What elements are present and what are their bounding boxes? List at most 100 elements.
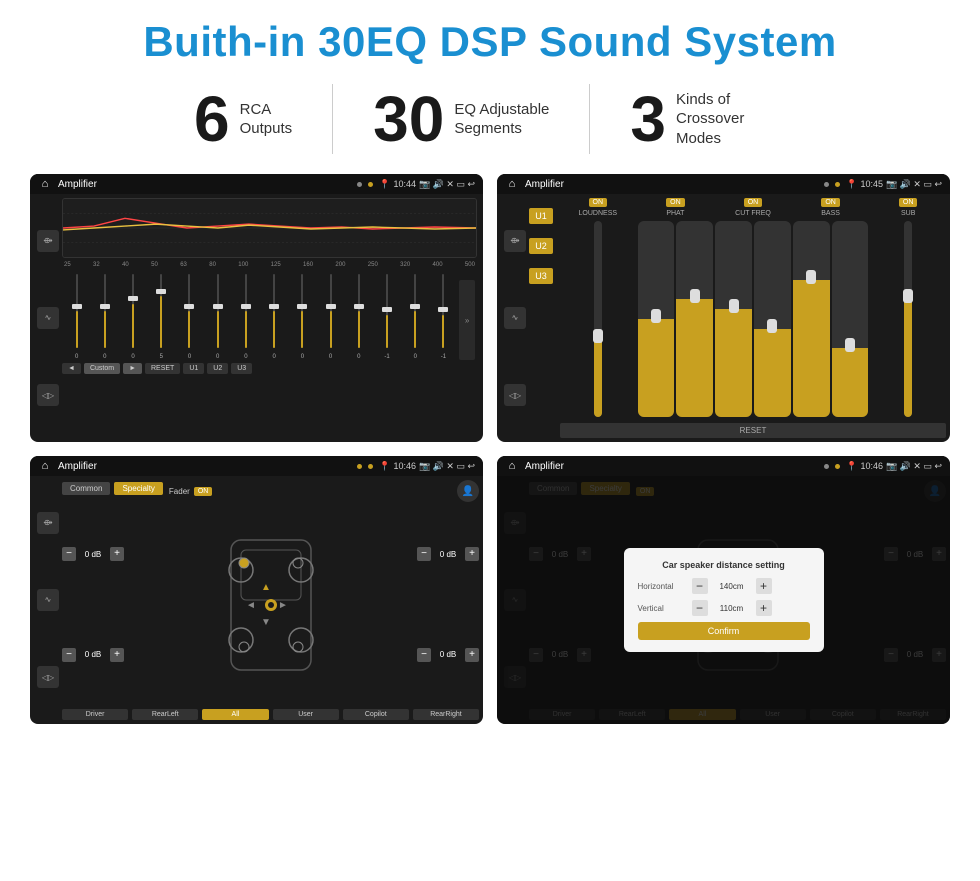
btn-all[interactable]: All [202, 709, 268, 720]
dialog-minus-h[interactable]: − [692, 578, 708, 594]
sub-on[interactable]: ON [899, 198, 918, 207]
f-wave-icon[interactable]: ∿ [37, 589, 59, 611]
crossover-reset-btn[interactable]: RESET [560, 423, 946, 438]
bass-slider-1[interactable] [793, 221, 830, 417]
btn-user-f[interactable]: User [273, 709, 339, 720]
cutfreq-on[interactable]: ON [744, 198, 763, 207]
db-plus-tr[interactable]: + [465, 547, 479, 561]
loudness-on[interactable]: ON [589, 198, 608, 207]
bass-label: BASS [821, 210, 840, 217]
btn-rearright[interactable]: RearRight [413, 709, 479, 720]
dialog-plus-h[interactable]: + [756, 578, 772, 594]
tab-specialty[interactable]: Specialty [114, 482, 162, 495]
home-icon-f[interactable]: ⌂ [38, 459, 52, 473]
eq-slider-14[interactable]: -1 [431, 270, 456, 360]
tab-common[interactable]: Common [62, 482, 110, 495]
bass-on[interactable]: ON [821, 198, 840, 207]
stat-eq-number: 30 [373, 87, 444, 151]
db-minus-br[interactable]: − [417, 648, 431, 662]
eq-slider-12[interactable]: -1 [374, 270, 399, 360]
eq-wave-icon[interactable]: ∿ [37, 307, 59, 329]
eq-slider-1[interactable]: 0 [64, 270, 89, 360]
status-bar-eq: ⌂ Amplifier 📍 10:44 📷 🔊 ✕ ▭ ↩ [30, 174, 483, 194]
cr-volume-icon[interactable]: ◁▷ [504, 384, 526, 406]
status-bar-dist: ⌂ Amplifier 📍 10:46 📷 🔊 ✕ ▭ ↩ [497, 456, 950, 476]
eq-slider-2[interactable]: 0 [92, 270, 117, 360]
eq-custom-btn[interactable]: Custom [84, 363, 120, 374]
eq-filter-icon[interactable]: ⟴ [37, 230, 59, 252]
col-sub: ON SUB [870, 198, 946, 417]
eq-volume-icon[interactable]: ◁▷ [37, 384, 59, 406]
cutfreq-label: CUT FREQ [735, 210, 771, 217]
phat-slider-2[interactable] [676, 221, 713, 417]
sub-slider[interactable] [904, 221, 912, 417]
screenshots-grid: ⌂ Amplifier 📍 10:44 📷 🔊 ✕ ▭ ↩ ⟴ ∿ ◁▷ [30, 174, 950, 724]
dialog-plus-v[interactable]: + [756, 600, 772, 616]
cutfreq-slider-1[interactable] [715, 221, 752, 417]
home-icon-d[interactable]: ⌂ [505, 459, 519, 473]
app-title-f: Amplifier [58, 461, 351, 472]
db-minus-tr[interactable]: − [417, 547, 431, 561]
eq-slider-10[interactable]: 0 [318, 270, 343, 360]
cutfreq-slider-2[interactable] [754, 221, 791, 417]
bass-slider-2[interactable] [832, 221, 869, 417]
home-icon-cr[interactable]: ⌂ [505, 177, 519, 191]
eq-next-btn[interactable]: ► [123, 363, 142, 374]
eq-slider-6[interactable]: 0 [205, 270, 230, 360]
eq-expand-icon[interactable]: » [459, 280, 475, 360]
status-bar-fader: ⌂ Amplifier 📍 10:46 📷 🔊 ✕ ▭ ↩ [30, 456, 483, 476]
u-buttons: U1 U2 U3 [529, 198, 553, 438]
db-plus-br[interactable]: + [465, 648, 479, 662]
eq-slider-5[interactable]: 0 [177, 270, 202, 360]
status-dot-play [368, 182, 373, 187]
cr-wave-icon[interactable]: ∿ [504, 307, 526, 329]
eq-slider-4[interactable]: 5 [149, 270, 174, 360]
eq-slider-9[interactable]: 0 [290, 270, 315, 360]
f-volume-icon[interactable]: ◁▷ [37, 666, 59, 688]
eq-slider-11[interactable]: 0 [346, 270, 371, 360]
confirm-button[interactable]: Confirm [638, 622, 810, 640]
eq-slider-7[interactable]: 0 [233, 270, 258, 360]
car-svg: ▲ ▼ ◄ ► [216, 535, 326, 675]
db-minus-tl[interactable]: − [62, 547, 76, 561]
crossover-cols-wrapper: ON LOUDNESS ON PHAT [560, 198, 946, 438]
stat-eq-label: EQ Adjustable Segments [454, 100, 549, 139]
eq-freq-labels: 25 32 40 50 63 80 100 125 160 200 250 32… [62, 262, 477, 268]
home-icon[interactable]: ⌂ [38, 177, 52, 191]
btn-rearleft[interactable]: RearLeft [132, 709, 198, 720]
cr-filter-icon[interactable]: ⟴ [504, 230, 526, 252]
eq-slider-3[interactable]: 0 [120, 270, 145, 360]
db-control-bl: − 0 dB + [62, 648, 124, 662]
status-icons-d: 📍 10:46 📷 🔊 ✕ ▭ ↩ [846, 461, 942, 472]
bass-sliders [793, 221, 869, 417]
stat-crossover-number: 3 [630, 87, 666, 151]
u2-btn[interactable]: U2 [529, 238, 553, 254]
u3-btn[interactable]: U3 [529, 268, 553, 284]
status-dot-f2 [368, 464, 373, 469]
dialog-minus-v[interactable]: − [692, 600, 708, 616]
u1-btn[interactable]: U1 [529, 208, 553, 224]
btn-copilot[interactable]: Copilot [343, 709, 409, 720]
eq-reset-btn[interactable]: RESET [145, 363, 180, 374]
db-val-bl: 0 dB [79, 650, 107, 659]
fader-user-icon[interactable]: 👤 [457, 480, 479, 502]
phat-slider-1[interactable] [638, 221, 675, 417]
phat-on[interactable]: ON [666, 198, 685, 207]
db-minus-bl[interactable]: − [62, 648, 76, 662]
eq-slider-13[interactable]: 0 [403, 270, 428, 360]
eq-u3-btn[interactable]: U3 [231, 363, 252, 374]
eq-u1-btn[interactable]: U1 [183, 363, 204, 374]
fader-right-dbs: − 0 dB + − 0 dB + [417, 506, 479, 703]
dialog-label-v: Vertical [638, 604, 688, 613]
status-dot-cr2 [835, 182, 840, 187]
eq-slider-8[interactable]: 0 [262, 270, 287, 360]
eq-prev-btn[interactable]: ◄ [62, 363, 81, 374]
btn-driver[interactable]: Driver [62, 709, 128, 720]
db-plus-tl[interactable]: + [110, 547, 124, 561]
eq-u2-btn[interactable]: U2 [207, 363, 228, 374]
db-plus-bl[interactable]: + [110, 648, 124, 662]
loudness-slider[interactable] [594, 221, 602, 417]
f-filter-icon[interactable]: ⟴ [37, 512, 59, 534]
stat-rca-label: RCA Outputs [240, 100, 293, 139]
col-cutfreq: ON CUT FREQ [715, 198, 791, 417]
